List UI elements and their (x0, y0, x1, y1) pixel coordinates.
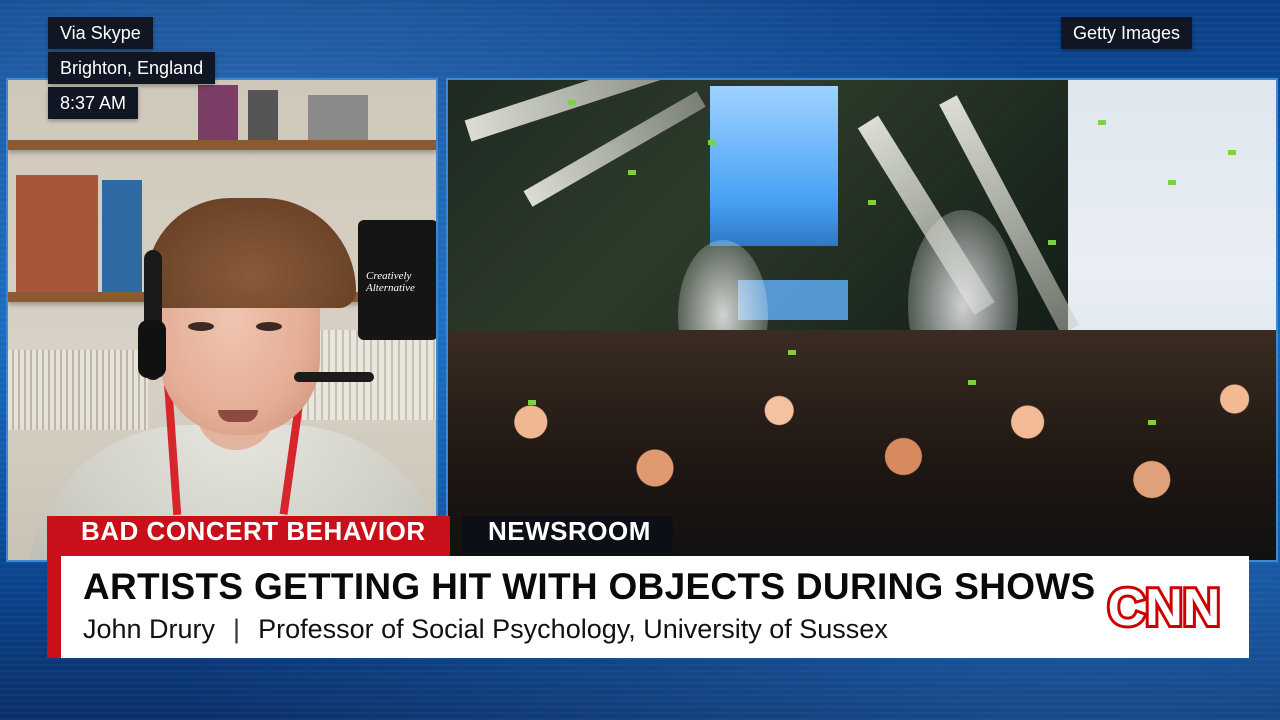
book (248, 90, 278, 140)
headline-box: ARTISTS GETTING HIT WITH OBJECTS DURING … (47, 556, 1249, 658)
concert-image-panel (446, 78, 1278, 562)
confetti (568, 100, 576, 105)
tote-bag-text: Creatively Alternative (366, 270, 415, 294)
right-eye (256, 322, 282, 331)
guest-title: Professor of Social Psychology, Universi… (258, 614, 888, 644)
topic-banner: BAD CONCERT BEHAVIOR (47, 516, 450, 556)
confetti (528, 400, 536, 405)
stage-screen (710, 86, 838, 246)
confetti (1098, 120, 1106, 125)
headline: ARTISTS GETTING HIT WITH OBJECTS DURING … (83, 566, 1096, 607)
guest-byline: John Drury | Professor of Social Psycholog… (83, 614, 888, 645)
lower-third: BAD CONCERT BEHAVIOR NEWSROOM ARTISTS GE… (47, 516, 1249, 660)
book (102, 180, 142, 292)
mouth (218, 410, 258, 422)
background-watermark (0, 650, 1280, 720)
book (198, 85, 238, 140)
time-tag: 8:37 AM (48, 87, 139, 119)
image-credit-tag: Getty Images (1061, 17, 1193, 49)
show-name-banner: NEWSROOM (462, 516, 673, 556)
confetti (788, 350, 796, 355)
confetti (1048, 240, 1056, 245)
confetti (868, 200, 876, 205)
confetti (968, 380, 976, 385)
byline-separator: | (233, 614, 241, 644)
confetti (1148, 420, 1156, 425)
book (308, 95, 368, 140)
confetti (708, 140, 716, 145)
source-tag: Via Skype (48, 17, 153, 49)
guest-name: John Drury (83, 614, 216, 644)
record-stack (8, 350, 148, 430)
cnn-logo-icon: CNN CNN (1105, 576, 1224, 640)
confetti (628, 170, 636, 175)
shelf-top (8, 140, 436, 150)
headset-earpiece (138, 320, 166, 378)
location-tag: Brighton, England (48, 52, 216, 84)
cnn-logo-text-fill: CNN (1108, 579, 1221, 637)
left-eye (188, 322, 214, 331)
book (16, 175, 98, 292)
confetti (1168, 180, 1176, 185)
guest-video-panel: Creatively Alternative (6, 78, 438, 562)
headset-microphone (294, 372, 374, 382)
confetti (1228, 150, 1236, 155)
